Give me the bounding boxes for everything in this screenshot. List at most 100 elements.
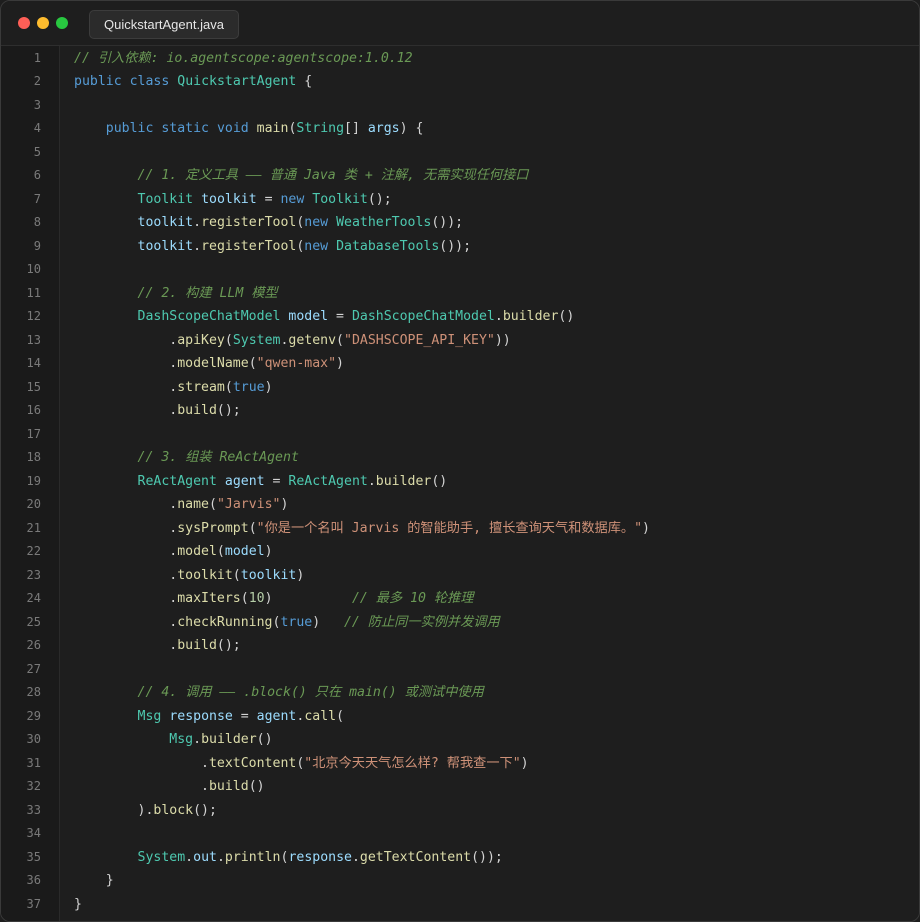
- code-line[interactable]: .model(model): [74, 540, 272, 564]
- code-token-function: getenv: [288, 332, 337, 348]
- code-token-keyword: true: [280, 614, 313, 630]
- code-token-comment: // 3. 组装 ReActAgent: [137, 450, 299, 465]
- code-line[interactable]: .build(): [74, 775, 265, 799]
- close-window-button[interactable]: [18, 17, 30, 29]
- code-token-plain: ): [520, 755, 529, 771]
- line-number: 7: [33, 191, 41, 206]
- line-number: 27: [26, 661, 41, 676]
- code-line[interactable]: .toolkit(toolkit): [74, 564, 304, 588]
- code-token-comment: // 1. 定义工具 —— 普通 Java 类 + 注解, 无需实现任何接口: [137, 168, 529, 183]
- code-token-function: stream: [177, 379, 225, 395]
- code-token-plain: .: [74, 638, 178, 653]
- code-line[interactable]: ReActAgent agent = ReActAgent.builder(): [74, 470, 448, 494]
- code-line[interactable]: .build();: [74, 399, 240, 423]
- code-token-comment: // 最多 10 轮推理: [351, 591, 474, 606]
- code-token-plain: (): [248, 779, 265, 794]
- code-line[interactable]: Msg.builder(): [74, 728, 272, 752]
- line-number: 34: [26, 826, 41, 840]
- code-token-plain: ): [642, 520, 650, 536]
- line-number: 1: [33, 50, 41, 65]
- code-token-variable: model: [224, 544, 265, 559]
- code-token-variable: toolkit: [137, 215, 194, 230]
- code-line[interactable]: .checkRunning(true) // 防止同一实例并发调用: [74, 611, 499, 635]
- code-line[interactable]: .name("Jarvis"): [74, 493, 288, 517]
- code-token-plain: =: [328, 309, 352, 324]
- minimize-window-button[interactable]: [37, 17, 49, 29]
- line-number: 35: [26, 849, 41, 864]
- code-token-plain: ());: [471, 849, 503, 865]
- code-line[interactable]: // 1. 定义工具 —— 普通 Java 类 + 注解, 无需实现任何接口: [74, 164, 529, 188]
- line-number: 12: [26, 309, 41, 323]
- file-tab[interactable]: QuickstartAgent.java: [89, 10, 239, 39]
- code-token-variable: toolkit: [137, 238, 194, 254]
- zoom-window-button[interactable]: [56, 17, 68, 29]
- code-token-function: build: [177, 638, 217, 653]
- code-line[interactable]: ).block();: [74, 799, 217, 823]
- code-token-keyword: class: [129, 74, 170, 89]
- code-token-type: System: [137, 849, 186, 865]
- code-line[interactable]: // 引入依赖: io.agentscope:agentscope:1.0.12: [74, 47, 413, 71]
- code-line[interactable]: .build();: [74, 634, 240, 658]
- line-number: 5: [33, 144, 41, 159]
- code-line[interactable]: System.out.println(response.getTextConte…: [74, 846, 503, 870]
- code-token-string: "DASHSCOPE_API_KEY": [344, 332, 495, 348]
- code-token-plain: =: [232, 708, 257, 724]
- code-token-type: Toolkit: [137, 191, 194, 207]
- code-line[interactable]: // 3. 组装 ReActAgent: [74, 446, 299, 470]
- code-token-variable: agent: [224, 473, 265, 489]
- code-token-plain: .: [193, 215, 202, 230]
- line-number: 26: [26, 638, 41, 652]
- line-number: 3: [33, 97, 41, 112]
- line-number: 32: [26, 779, 41, 793]
- code-token-variable: model: [288, 309, 329, 324]
- code-line[interactable]: }: [74, 893, 82, 917]
- code-token-function: builder: [375, 473, 432, 489]
- code-token-function: builder: [201, 732, 257, 747]
- code-token-plain: ).: [74, 802, 154, 818]
- code-token-comment: // 4. 调用 —— .block() 只在 main() 或测试中使用: [137, 685, 484, 700]
- code-line[interactable]: public static void main(String[] args) {: [74, 117, 424, 141]
- code-line[interactable]: Toolkit toolkit = new Toolkit();: [74, 188, 392, 212]
- code-token-variable: out: [193, 849, 217, 865]
- code-token-string: "Jarvis": [216, 497, 281, 512]
- code-token-function: println: [224, 849, 281, 865]
- code-token-plain: .: [185, 849, 194, 865]
- code-line[interactable]: .stream(true): [74, 376, 272, 400]
- code-line[interactable]: .maxIters(10) // 最多 10 轮推理: [74, 587, 473, 611]
- code-token-plain: .: [74, 755, 209, 771]
- code-line[interactable]: .modelName("qwen-max"): [74, 352, 344, 376]
- line-number: 29: [26, 708, 41, 723]
- line-number: 2: [33, 74, 41, 88]
- code-line[interactable]: .textContent("北京今天天气怎么样? 帮我查一下"): [74, 752, 529, 776]
- code-line[interactable]: .sysPrompt("你是一个名叫 Jarvis 的智能助手, 擅长查询天气和…: [74, 517, 650, 541]
- code-editor[interactable]: 1 // 引入依赖: io.agentscope:agentscope:1.0.1…: [1, 46, 919, 921]
- code-line[interactable]: DashScopeChatModel model = DashScopeChat…: [74, 305, 575, 329]
- code-line[interactable]: toolkit.registerTool(new DatabaseTools()…: [74, 235, 472, 259]
- code-token-function: toolkit: [177, 567, 233, 583]
- code-token-plain: .: [74, 356, 178, 371]
- code-token-type: Msg: [137, 708, 162, 724]
- code-token-plain: .: [74, 520, 178, 536]
- code-token-plain: (: [336, 708, 345, 724]
- code-line[interactable]: toolkit.registerTool(new WeatherTools())…: [74, 211, 464, 235]
- code-line[interactable]: // 2. 构建 LLM 模型: [74, 282, 278, 306]
- code-line[interactable]: .apiKey(System.getenv("DASHSCOPE_API_KEY…: [74, 329, 510, 353]
- code-line[interactable]: }: [74, 869, 114, 893]
- line-number: 37: [26, 896, 41, 911]
- code-line[interactable]: Msg response = agent.call(: [74, 705, 345, 729]
- code-line[interactable]: // 4. 调用 —— .block() 只在 main() 或测试中使用: [74, 681, 484, 705]
- code-token-keyword: public: [74, 74, 122, 89]
- code-token-string: "北京今天天气怎么样? 帮我查一下": [304, 755, 521, 771]
- code-token-plain: =: [256, 191, 281, 207]
- code-token-plain: .: [193, 238, 202, 254]
- code-line[interactable]: public class QuickstartAgent {: [74, 70, 312, 94]
- code-token-function: call: [304, 708, 337, 724]
